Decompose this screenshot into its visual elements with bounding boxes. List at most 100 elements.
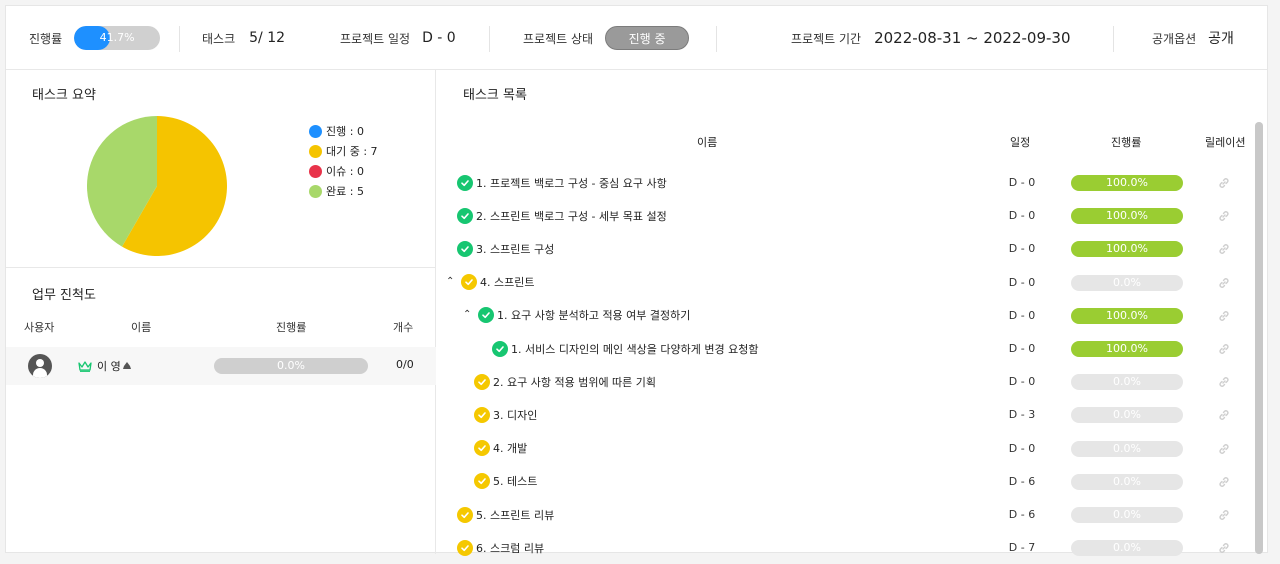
task-progress-bar: 0.0% [1071, 407, 1183, 424]
column-header-count: 개수 [393, 321, 414, 334]
divider [716, 26, 717, 52]
link-icon[interactable] [1217, 242, 1231, 256]
check-pending-icon[interactable] [474, 373, 490, 390]
task-name: 5. 스프린트 리뷰 [476, 508, 555, 522]
hat-icon [123, 362, 131, 369]
task-name: 4. 개발 [493, 442, 528, 456]
check-complete-icon[interactable] [457, 240, 473, 257]
column-header-name: 이름 [131, 321, 152, 334]
period-summary: 프로젝트 기간 2022-08-31 ~ 2022-09-30 [791, 6, 1071, 70]
progress-label: 진행률 [29, 31, 63, 46]
legend-item: 진행 : 0 [309, 121, 378, 141]
task-name: 1. 요구 사항 분석하고 적용 여부 결정하기 [497, 309, 691, 323]
project-summary-bar: 진행률 41.7% 태스크 5/ 12 프로젝트 일정 D - 0 프로젝트 상… [6, 6, 1267, 70]
task-row[interactable]: ⌃ 1. 요구 사항 분석하고 적용 여부 결정하기 D - 0 100.0% [437, 299, 1247, 332]
status-summary: 프로젝트 상태 진행 중 [523, 6, 690, 70]
task-count: 0/0 [396, 358, 414, 371]
check-complete-icon[interactable] [457, 174, 473, 191]
visibility-value[interactable]: 공개 [1208, 28, 1234, 48]
link-icon[interactable] [1217, 209, 1231, 223]
period-label: 프로젝트 기간 [791, 31, 862, 46]
scrollbar[interactable] [1255, 122, 1263, 554]
task-row[interactable]: 5. 테스트 D - 6 0.0% [437, 465, 1247, 498]
task-name-cell: 4. 개발 [474, 440, 527, 457]
check-pending-icon[interactable] [457, 506, 473, 523]
task-date: D - 0 [1008, 308, 1036, 322]
task-row[interactable]: 2. 요구 사항 적용 범위에 따른 기획 D - 0 0.0% [437, 365, 1247, 398]
check-complete-icon[interactable] [478, 307, 494, 324]
visibility-summary: 공개옵션 공개 [1152, 6, 1234, 70]
check-complete-icon[interactable] [457, 207, 473, 224]
task-row[interactable]: ⌃ 4. 스프린트 D - 0 0.0% [437, 266, 1247, 299]
task-name: 5. 테스트 [493, 475, 538, 489]
task-row[interactable]: 3. 스프린트 구성 D - 0 100.0% [437, 232, 1247, 265]
task-progress-bar: 100.0% [1071, 241, 1183, 258]
user-progress-bar: 0.0% [214, 358, 368, 374]
task-date: D - 0 [1008, 441, 1036, 455]
visibility-label: 공개옵션 [1152, 31, 1197, 46]
task-name-cell: 1. 프로젝트 백로그 구성 - 중심 요구 사항 [457, 174, 667, 191]
schedule-label: 프로젝트 일정 [340, 31, 411, 46]
task-row[interactable]: 4. 개발 D - 0 0.0% [437, 432, 1247, 465]
link-icon[interactable] [1217, 541, 1231, 555]
task-name-cell: 5. 테스트 [474, 473, 537, 490]
task-progress-bar: 100.0% [1071, 175, 1183, 191]
schedule-summary: 프로젝트 일정 D - 0 [340, 6, 456, 70]
chevron-up-icon[interactable]: ⌃ [446, 276, 454, 287]
legend-item: 완료 : 5 [309, 181, 378, 201]
link-icon[interactable] [1217, 276, 1231, 290]
task-name: 3. 디자인 [493, 408, 538, 422]
task-progress-bar: 0.0% [1071, 473, 1183, 490]
task-name: 4. 스프린트 [480, 276, 535, 290]
task-name-cell: 2. 스프린트 백로그 구성 - 세부 목표 설정 [457, 207, 667, 224]
task-name-cell: 1. 요구 사항 분석하고 적용 여부 결정하기 [478, 307, 690, 324]
task-date: D - 0 [1008, 342, 1036, 355]
task-date: D - 6 [1008, 474, 1036, 488]
divider [489, 26, 490, 52]
link-icon[interactable] [1217, 408, 1231, 422]
link-icon[interactable] [1217, 342, 1231, 356]
column-header-date: 일정 [1010, 136, 1031, 149]
task-summary: 태스크 5/ 12 [202, 6, 285, 70]
task-name: 3. 스프린트 구성 [476, 242, 555, 256]
check-complete-icon[interactable] [492, 340, 508, 357]
task-row[interactable]: 1. 프로젝트 백로그 구성 - 중심 요구 사항 D - 0 100.0% [437, 166, 1247, 199]
task-date: D - 0 [1008, 209, 1036, 223]
column-header-name: 이름 [697, 136, 718, 149]
progress-summary: 진행률 41.7% [29, 6, 161, 70]
schedule-value: D - 0 [422, 30, 456, 46]
task-row[interactable]: 2. 스프린트 백로그 구성 - 세부 목표 설정 D - 0 100.0% [437, 199, 1247, 232]
task-row[interactable]: 1. 서비스 디자인의 메인 색상을 다양하게 변경 요청함 D - 0 100… [437, 332, 1247, 365]
task-progress-bar: 0.0% [1071, 507, 1183, 523]
task-label: 태스크 [202, 31, 236, 46]
table-row[interactable]: 이 영 0.0% 0/0 [6, 347, 436, 385]
task-row[interactable]: 5. 스프린트 리뷰 D - 6 0.0% [437, 498, 1247, 531]
check-pending-icon[interactable] [461, 274, 477, 291]
progress-pill: 41.7% [74, 26, 161, 50]
legend-item: 이슈 : 0 [309, 161, 378, 181]
link-icon[interactable] [1217, 176, 1231, 190]
task-row[interactable]: 6. 스크럼 리뷰 D - 7 0.0% [437, 531, 1247, 564]
check-pending-icon[interactable] [457, 539, 473, 556]
check-pending-icon[interactable] [474, 473, 490, 490]
check-pending-icon[interactable] [474, 440, 490, 457]
left-column: 태스크 요약 진행 : 0 대기 중 : 7 이슈 : 0 완료 : 5 업무 진척도… [6, 70, 436, 554]
chevron-up-icon[interactable]: ⌃ [463, 309, 471, 320]
link-icon[interactable] [1217, 508, 1231, 522]
column-header-user: 사용자 [24, 321, 55, 334]
link-icon[interactable] [1217, 475, 1231, 489]
task-count: 5/ 12 [249, 30, 286, 46]
task-progress-bar: 0.0% [1071, 440, 1183, 457]
work-progress-panel: 업무 진척도 사용자 이름 진행률 개수 이 영 0.0% 0/0 [6, 268, 436, 554]
link-icon[interactable] [1217, 309, 1231, 323]
task-date: D - 0 [1008, 176, 1036, 189]
legend-label: 완료 : 5 [326, 185, 364, 198]
link-icon[interactable] [1217, 375, 1231, 389]
status-badge[interactable]: 진행 중 [605, 26, 690, 50]
progress-value: 41.7% [99, 31, 135, 44]
check-pending-icon[interactable] [474, 406, 490, 423]
task-row[interactable]: 3. 디자인 D - 3 0.0% [437, 398, 1247, 431]
scrollbar-thumb[interactable] [1255, 122, 1263, 554]
task-name-cell: 1. 서비스 디자인의 메인 색상을 다양하게 변경 요청함 [492, 340, 759, 357]
link-icon[interactable] [1217, 442, 1231, 456]
